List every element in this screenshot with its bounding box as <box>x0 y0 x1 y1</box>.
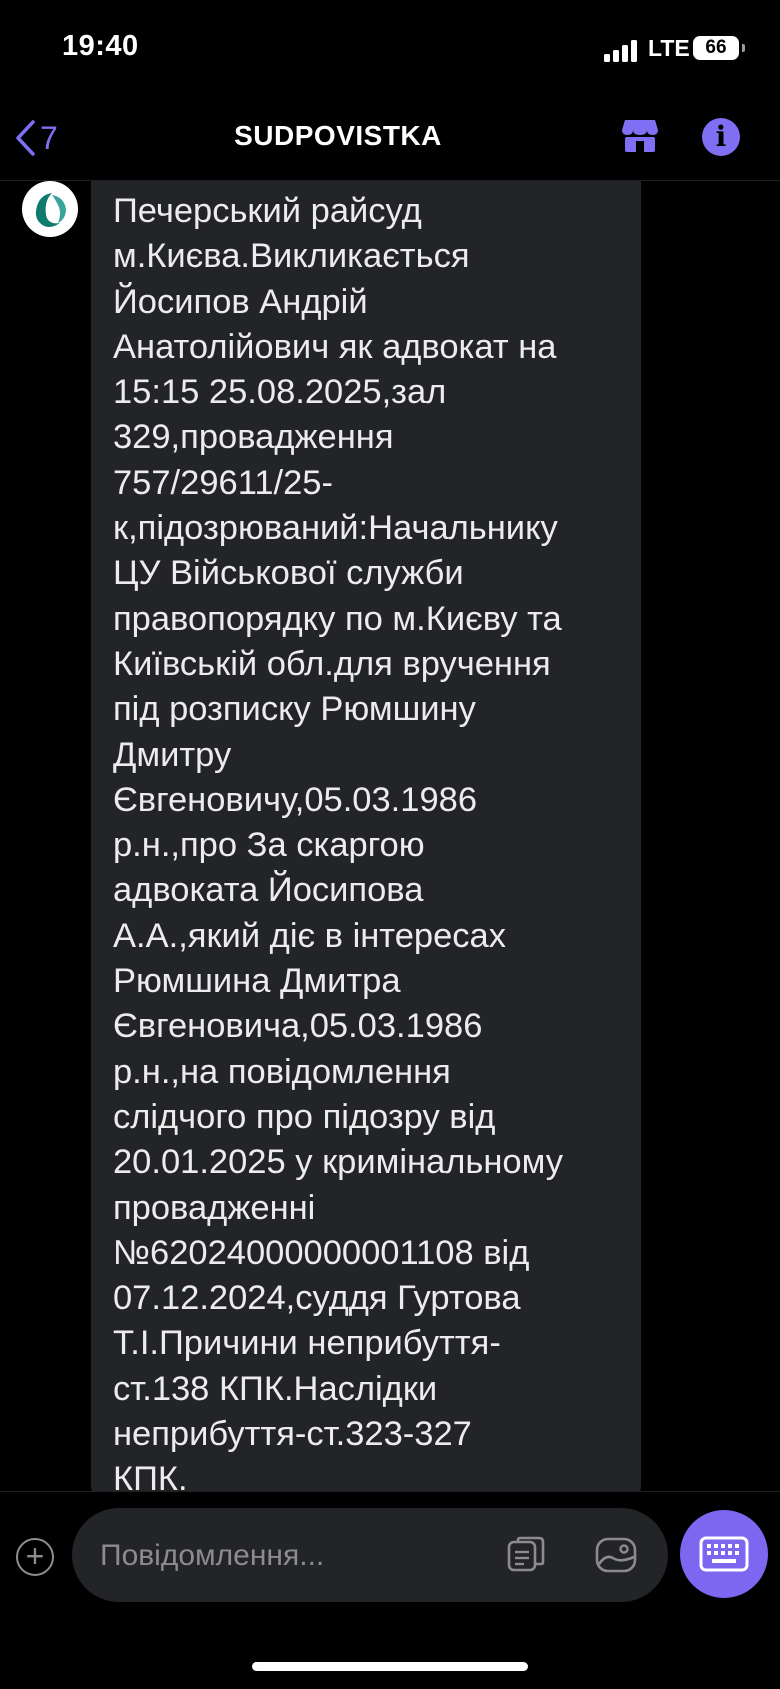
chat-header: 7 SUDPOVISTKA i <box>0 100 780 181</box>
message-line: 329,провадження <box>113 418 394 457</box>
message-line: р.н.,на повідомлення <box>113 1052 451 1091</box>
keyboard-icon <box>699 1536 749 1572</box>
message-input[interactable] <box>98 1508 462 1604</box>
message-line: під розписку Рюмшину <box>113 690 476 729</box>
message-line: Євгеновичу,05.03.1986 <box>113 780 478 819</box>
message-line: ст.138 КПК.Наслідки <box>113 1369 438 1408</box>
signal-icon <box>604 40 638 62</box>
message-line: №62024000000001108 від <box>113 1233 530 1272</box>
message-line: слідчого про підозру від <box>113 1097 496 1136</box>
message-line: Т.І.Причини неприбуття- <box>113 1324 501 1363</box>
message-line: А.А.,який діє в інтересах <box>113 916 506 955</box>
message-line: Євгеновича,05.03.1986 <box>113 1007 483 1046</box>
battery-icon: 66 <box>693 36 745 60</box>
message-line: 07.12.2024,суддя Гуртова <box>113 1279 521 1318</box>
message-line: Печерський райсуд <box>113 192 422 230</box>
keyboard-button[interactable] <box>680 1510 768 1598</box>
sticker-icon[interactable] <box>506 1536 546 1574</box>
message-text: Печерський райсуд м.Києва.Викликається Йос… <box>113 189 633 1491</box>
message-line: правопорядку по м.Києву та <box>113 599 562 638</box>
message-line: к,підозрюваний:Начальнику <box>113 509 558 548</box>
home-indicator <box>252 1662 528 1671</box>
message-line: р.н.,про За скаргою <box>113 826 425 865</box>
message-line: 15:15 25.08.2025,зал <box>113 373 447 412</box>
message-line: 757/29611/25- <box>113 463 333 502</box>
message-line: ЦУ Військової служби <box>113 554 464 593</box>
composer: + <box>0 1491 780 1689</box>
message-input-container[interactable] <box>72 1508 668 1604</box>
status-time: 19:40 <box>62 30 139 62</box>
message-line: Йосипов Андрій <box>113 282 368 321</box>
message-line: Рюмшина Дмитра <box>113 962 401 1001</box>
message-list[interactable]: Печерський райсуд м.Києва.Викликається Йос… <box>0 181 780 1491</box>
network-label: LTE <box>648 35 690 61</box>
message-line: Анатолійович як адвокат на <box>113 327 557 366</box>
plus-icon[interactable]: + <box>16 1538 54 1576</box>
message-line: 20.01.2025 у кримінальному <box>113 1143 563 1182</box>
message-line: м.Києва.Викликається <box>113 237 470 276</box>
message-line: Дмитру <box>113 735 232 774</box>
message-line: провадженні <box>113 1188 316 1227</box>
gallery-icon[interactable] <box>594 1536 638 1574</box>
avatar[interactable] <box>22 181 78 237</box>
message-line: Київській обл.для вручення <box>113 644 551 683</box>
status-bar: 19:40 LTE 66 <box>0 0 780 100</box>
message-line: КПК. <box>113 1460 188 1491</box>
store-icon[interactable] <box>619 114 661 156</box>
message-line: адвоката Йосипова <box>113 871 424 910</box>
message-line: неприбуття-ст.323-327 <box>113 1415 472 1454</box>
logo-icon <box>24 183 76 235</box>
info-icon[interactable]: i <box>702 118 740 156</box>
